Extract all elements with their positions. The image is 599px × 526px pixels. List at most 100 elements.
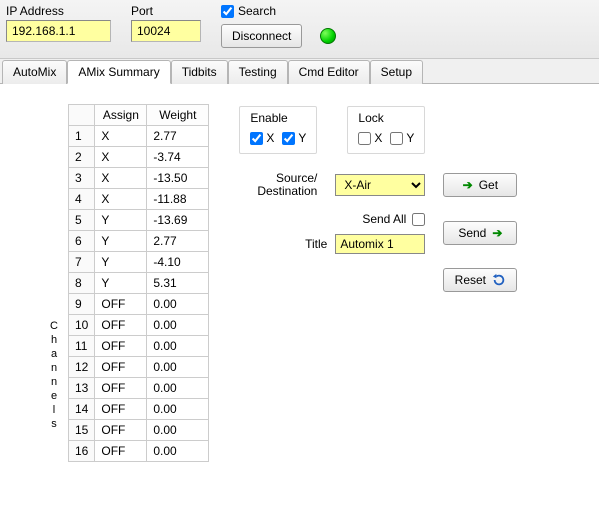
cell-weight: 0.00	[147, 441, 209, 462]
tab-amix-summary[interactable]: AMix Summary	[67, 60, 170, 84]
body-area: Channels Assign Weight 1X2.772X-3.743X-1…	[0, 84, 599, 462]
cell-weight: 0.00	[147, 378, 209, 399]
search-checkbox[interactable]	[221, 5, 234, 18]
tab-tidbits[interactable]: Tidbits	[171, 60, 228, 84]
send-button[interactable]: Send ➔	[443, 221, 517, 245]
table-row[interactable]: 2X-3.74	[69, 147, 209, 168]
cell-weight: -13.50	[147, 168, 209, 189]
search-checkbox-row[interactable]: Search	[221, 4, 336, 18]
source-row: Source/ Destination X-Air ➔ Get	[239, 172, 517, 198]
right-rows: Source/ Destination X-Air ➔ Get Send All	[239, 172, 517, 292]
table-row[interactable]: 1X2.77	[69, 126, 209, 147]
cell-weight: -3.74	[147, 147, 209, 168]
refresh-icon	[492, 273, 506, 287]
cell-assign: OFF	[95, 294, 147, 315]
table-row[interactable]: 10OFF0.00	[69, 315, 209, 336]
table-row[interactable]: 11OFF0.00	[69, 336, 209, 357]
table-row[interactable]: 16OFF0.00	[69, 441, 209, 462]
cell-assign: Y	[95, 231, 147, 252]
reset-button[interactable]: Reset	[443, 268, 517, 292]
ip-group: IP Address	[6, 4, 111, 42]
cell-num: 6	[69, 231, 95, 252]
source-select[interactable]: X-Air	[335, 174, 425, 196]
col-weight: Weight	[147, 105, 209, 126]
cell-num: 12	[69, 357, 95, 378]
cell-weight: 0.00	[147, 399, 209, 420]
lock-title: Lock	[358, 111, 414, 125]
send-all-label: Send All	[362, 212, 406, 226]
cell-weight: -13.69	[147, 210, 209, 231]
table-row[interactable]: 8Y5.31	[69, 273, 209, 294]
send-all-checkbox[interactable]	[412, 213, 425, 226]
enable-x-row[interactable]: X	[250, 131, 274, 145]
arrow-right-icon: ➔	[492, 226, 502, 240]
cell-weight: 5.31	[147, 273, 209, 294]
cell-assign: OFF	[95, 315, 147, 336]
send-all-row[interactable]: Send All	[362, 212, 425, 226]
get-button[interactable]: ➔ Get	[443, 173, 517, 197]
lock-y-row[interactable]: Y	[390, 131, 414, 145]
cell-weight: -4.10	[147, 252, 209, 273]
col-assign: Assign	[95, 105, 147, 126]
tab-cmd-editor[interactable]: Cmd Editor	[288, 60, 370, 84]
cell-num: 11	[69, 336, 95, 357]
table-row[interactable]: 9OFF0.00	[69, 294, 209, 315]
cell-assign: Y	[95, 252, 147, 273]
search-label: Search	[238, 4, 276, 18]
port-group: Port	[131, 4, 201, 42]
enable-y-checkbox[interactable]	[282, 132, 295, 145]
channels-table-wrap: Assign Weight 1X2.772X-3.743X-13.504X-11…	[68, 104, 209, 462]
enable-y-row[interactable]: Y	[282, 131, 306, 145]
port-label: Port	[131, 4, 201, 18]
lock-y-checkbox[interactable]	[390, 132, 403, 145]
enable-x-checkbox[interactable]	[250, 132, 263, 145]
cell-num: 15	[69, 420, 95, 441]
ip-input[interactable]	[6, 20, 111, 42]
tab-testing[interactable]: Testing	[228, 60, 288, 84]
table-row[interactable]: 14OFF0.00	[69, 399, 209, 420]
table-row[interactable]: 15OFF0.00	[69, 420, 209, 441]
table-row[interactable]: 4X-11.88	[69, 189, 209, 210]
table-row[interactable]: 5Y-13.69	[69, 210, 209, 231]
table-row[interactable]: 6Y2.77	[69, 231, 209, 252]
col-num	[69, 105, 95, 126]
cell-num: 13	[69, 378, 95, 399]
channels-table: Assign Weight 1X2.772X-3.743X-13.504X-11…	[68, 104, 209, 462]
arrow-right-icon: ➔	[463, 178, 473, 192]
cell-num: 16	[69, 441, 95, 462]
cell-assign: OFF	[95, 420, 147, 441]
table-row[interactable]: 7Y-4.10	[69, 252, 209, 273]
cell-assign: X	[95, 168, 147, 189]
connect-row: Disconnect	[221, 24, 336, 48]
title-label: Title	[305, 238, 327, 251]
title-input[interactable]	[335, 234, 425, 254]
cell-num: 3	[69, 168, 95, 189]
table-header-row: Assign Weight	[69, 105, 209, 126]
cell-weight: 2.77	[147, 231, 209, 252]
tab-setup[interactable]: Setup	[370, 60, 423, 84]
table-row[interactable]: 13OFF0.00	[69, 378, 209, 399]
lock-group: Lock X Y	[347, 106, 425, 154]
cell-assign: X	[95, 189, 147, 210]
source-label: Source/ Destination	[239, 172, 317, 198]
cell-assign: Y	[95, 273, 147, 294]
lock-x-row[interactable]: X	[358, 131, 382, 145]
cell-num: 10	[69, 315, 95, 336]
channels-label: Channels	[48, 320, 60, 432]
cell-weight: 0.00	[147, 357, 209, 378]
tab-automix[interactable]: AutoMix	[2, 60, 67, 84]
lock-x-checkbox[interactable]	[358, 132, 371, 145]
cell-assign: Y	[95, 210, 147, 231]
status-indicator-icon	[320, 28, 336, 44]
cell-num: 1	[69, 126, 95, 147]
cell-num: 2	[69, 147, 95, 168]
table-row[interactable]: 3X-13.50	[69, 168, 209, 189]
port-input[interactable]	[131, 20, 201, 42]
right-panel: Enable X Y Lock X Y Source/ Destination …	[239, 104, 517, 292]
connect-button[interactable]: Disconnect	[221, 24, 302, 48]
cell-weight: 0.00	[147, 420, 209, 441]
connect-group: Search Disconnect	[221, 4, 336, 48]
table-row[interactable]: 12OFF0.00	[69, 357, 209, 378]
top-bar: IP Address Port Search Disconnect	[0, 0, 599, 59]
cell-weight: 0.00	[147, 294, 209, 315]
